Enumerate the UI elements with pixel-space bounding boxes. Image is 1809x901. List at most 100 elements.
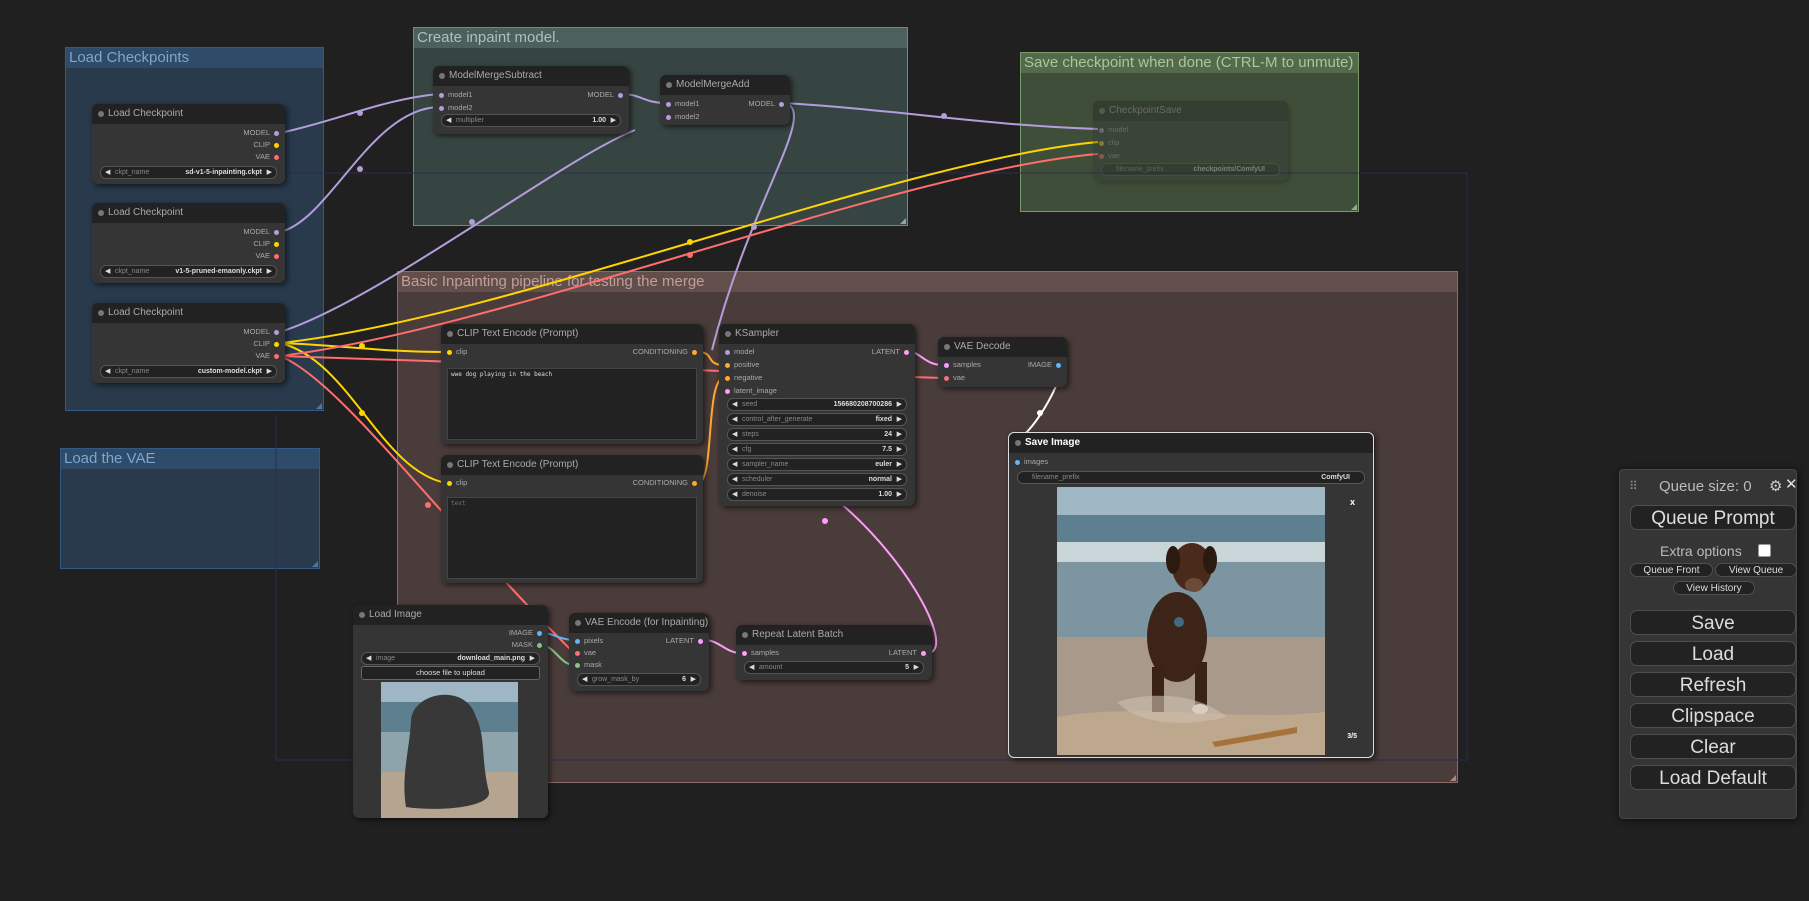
input-samples[interactable]: samples [944, 360, 981, 370]
ckpt-name-combo[interactable]: ◀ ckpt_name custom-model.ckpt ▶ [100, 365, 277, 378]
input-model1[interactable]: model1 [439, 90, 473, 100]
amount-widget[interactable]: ◀ amount 5 ▶ [744, 661, 924, 674]
input-model[interactable]: model [725, 347, 754, 357]
node-title[interactable]: Load Checkpoint [92, 203, 285, 223]
filename-prefix-field[interactable]: filename_prefix checkpoints/ComfyUI [1101, 163, 1280, 176]
input-model1[interactable]: model1 [666, 99, 700, 109]
close-icon[interactable]: ✕ [1785, 475, 1798, 493]
input-negative[interactable]: negative [725, 373, 762, 383]
refresh-button[interactable]: Refresh [1630, 672, 1796, 697]
output-image[interactable]: IMAGE [1028, 360, 1061, 370]
upload-button[interactable]: choose file to upload [361, 666, 540, 680]
node-title[interactable]: CLIP Text Encode (Prompt) [441, 455, 703, 475]
node-title[interactable]: ModelMergeAdd [660, 75, 790, 95]
output-mask[interactable]: MASK [512, 640, 542, 650]
output-conditioning[interactable]: CONDITIONING [633, 478, 697, 488]
mask-image-preview[interactable] [381, 682, 518, 818]
input-model[interactable]: model [1099, 125, 1128, 135]
node-model-merge-add[interactable]: ModelMergeAdd model1 model2 MODEL [660, 75, 790, 125]
seed-widget[interactable]: ◀ seed 156680208700286 ▶ [727, 398, 907, 411]
ckpt-name-combo[interactable]: ◀ ckpt_name v1-5-pruned-emaonly.ckpt ▶ [100, 265, 277, 278]
steps-widget[interactable]: ◀ steps 24 ▶ [727, 428, 907, 441]
node-ksampler[interactable]: KSampler model positive negative latent_… [719, 324, 915, 506]
denoise-widget[interactable]: ◀ denoise 1.00 ▶ [727, 488, 907, 501]
input-vae[interactable]: vae [575, 648, 596, 658]
node-title[interactable]: Load Checkpoint [92, 104, 285, 124]
node-vae-decode[interactable]: VAE Decode samples vae IMAGE [938, 337, 1067, 387]
view-history-button[interactable]: View History [1673, 581, 1755, 595]
output-vae[interactable]: VAE [256, 152, 279, 162]
extra-options-checkbox[interactable] [1758, 544, 1771, 557]
group-load-vae[interactable]: Load the VAE [60, 448, 320, 569]
node-vae-encode-inpainting[interactable]: VAE Encode (for Inpainting) pixels vae m… [569, 613, 709, 691]
load-button[interactable]: Load [1630, 641, 1796, 666]
output-clip[interactable]: CLIP [253, 140, 279, 150]
node-clip-text-encode-positive[interactable]: CLIP Text Encode (Prompt) clip CONDITION… [441, 324, 703, 444]
output-vae[interactable]: VAE [256, 351, 279, 361]
output-latent[interactable]: LATENT [889, 648, 926, 658]
grow-mask-by-widget[interactable]: ◀ grow_mask_by 6 ▶ [577, 673, 701, 686]
node-load-image[interactable]: Load Image IMAGE MASK ◀ image download_mai… [353, 605, 548, 818]
sampler-name-combo[interactable]: ◀ sampler_name euler ▶ [727, 458, 907, 471]
input-mask[interactable]: mask [575, 660, 602, 670]
node-title[interactable]: ModelMergeSubtract [433, 66, 629, 86]
node-save-image[interactable]: Save Image images filename_prefix ComfyUI [1008, 432, 1374, 758]
clear-button[interactable]: Clear [1630, 734, 1796, 759]
node-title[interactable]: Repeat Latent Batch [736, 625, 932, 645]
prompt-textarea[interactable]: text [447, 497, 697, 579]
node-title[interactable]: Load Image [353, 605, 548, 625]
node-title[interactable]: VAE Decode [938, 337, 1067, 357]
node-load-checkpoint-3[interactable]: Load Checkpoint MODEL CLIP VAE ◀ ckpt_nam… [92, 303, 285, 383]
node-load-checkpoint-1[interactable]: Load Checkpoint MODEL CLIP VAE ◀ ckpt_nam… [92, 104, 285, 184]
queue-prompt-button[interactable]: Queue Prompt [1630, 505, 1796, 530]
input-samples[interactable]: samples [742, 648, 779, 658]
input-latent-image[interactable]: latent_image [725, 386, 777, 396]
node-model-merge-subtract[interactable]: ModelMergeSubtract model1 model2 MODEL ◀… [433, 66, 629, 134]
multiplier-slider[interactable]: ◀ multiplier 1.00 ▶ [441, 114, 621, 127]
output-model[interactable]: MODEL [587, 90, 623, 100]
output-conditioning[interactable]: CONDITIONING [633, 347, 697, 357]
output-model[interactable]: MODEL [243, 128, 279, 138]
node-repeat-latent-batch[interactable]: Repeat Latent Batch samples LATENT ◀ amou… [736, 625, 932, 680]
node-title[interactable]: Load Checkpoint [92, 303, 285, 323]
output-latent[interactable]: LATENT [666, 636, 703, 646]
input-vae[interactable]: vae [1099, 151, 1120, 161]
node-title[interactable]: CheckpointSave [1093, 101, 1288, 121]
control-after-generate-combo[interactable]: ◀ control_after_generate fixed ▶ [727, 413, 907, 426]
output-vae[interactable]: VAE [256, 251, 279, 261]
view-queue-button[interactable]: View Queue [1715, 563, 1797, 577]
node-title[interactable]: Save Image [1009, 433, 1373, 453]
input-positive[interactable]: positive [725, 360, 759, 370]
image-combo[interactable]: ◀ image download_main.png ▶ [361, 652, 540, 665]
save-button[interactable]: Save [1630, 610, 1796, 635]
node-checkpoint-save[interactable]: CheckpointSave model clip vae filename_p… [1093, 101, 1288, 181]
input-model2[interactable]: model2 [666, 112, 700, 122]
drag-handle-icon[interactable]: ⠿ [1629, 479, 1638, 493]
output-latent[interactable]: LATENT [872, 347, 909, 357]
gear-icon[interactable]: ⚙ [1769, 477, 1782, 495]
node-load-checkpoint-2[interactable]: Load Checkpoint MODEL CLIP VAE ◀ ckpt_nam… [92, 203, 285, 283]
load-default-button[interactable]: Load Default [1630, 765, 1796, 790]
output-clip[interactable]: CLIP [253, 239, 279, 249]
input-clip[interactable]: clip [447, 478, 467, 488]
graph-canvas[interactable]: Load Checkpoints Create inpaint model. S… [0, 0, 1809, 901]
output-model[interactable]: MODEL [243, 227, 279, 237]
node-clip-text-encode-negative[interactable]: CLIP Text Encode (Prompt) clip CONDITION… [441, 455, 703, 583]
clipspace-button[interactable]: Clipspace [1630, 703, 1796, 728]
close-icon[interactable]: x [1350, 497, 1355, 507]
input-model2[interactable]: model2 [439, 103, 473, 113]
output-image[interactable]: IMAGE [509, 628, 542, 638]
node-title[interactable]: VAE Encode (for Inpainting) [569, 613, 709, 633]
input-vae[interactable]: vae [944, 373, 965, 383]
prompt-textarea[interactable]: wwe dog playing in the beach [447, 368, 697, 440]
output-model[interactable]: MODEL [243, 327, 279, 337]
filename-prefix-field[interactable]: filename_prefix ComfyUI [1017, 471, 1365, 484]
output-image-preview[interactable] [1057, 487, 1325, 755]
queue-menu-panel[interactable]: ⠿ Queue size: 0 ⚙ ✕ Queue Prompt Extra o… [1619, 469, 1798, 819]
input-clip[interactable]: clip [447, 347, 467, 357]
input-clip[interactable]: clip [1099, 138, 1119, 148]
input-images[interactable]: images [1015, 457, 1048, 467]
ckpt-name-combo[interactable]: ◀ ckpt_name sd-v1-5-inpainting.ckpt ▶ [100, 166, 277, 179]
node-title[interactable]: KSampler [719, 324, 915, 344]
output-model[interactable]: MODEL [748, 99, 784, 109]
